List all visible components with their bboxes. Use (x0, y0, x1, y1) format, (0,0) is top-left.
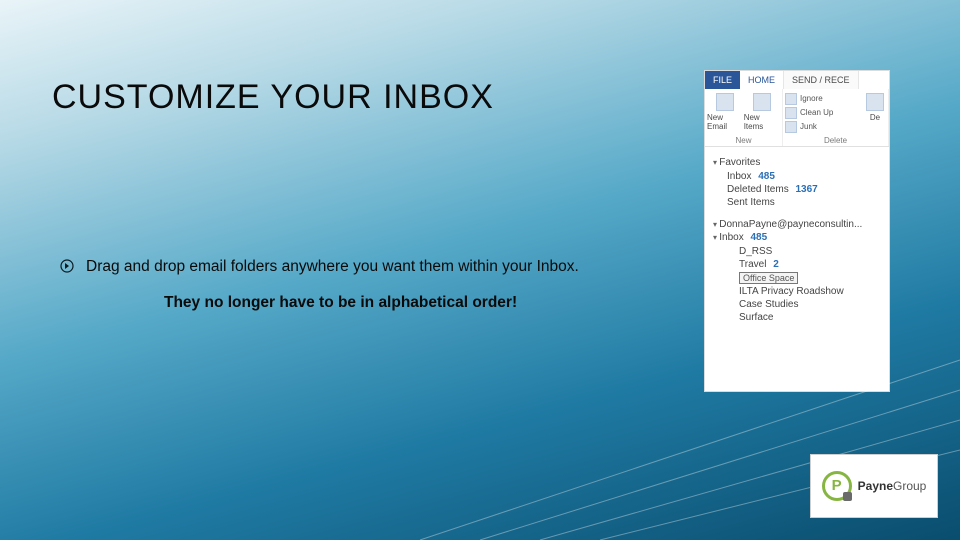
bullet-area: Drag and drop email folders anywhere you… (60, 258, 700, 312)
favorites-deleted: Deleted Items 1367 (713, 183, 883, 196)
inbox-header-label: Inbox (719, 232, 743, 243)
account-header: DonnaPayne@payneconsultin... (713, 219, 883, 230)
folder-surface: Surface (713, 311, 883, 324)
folder-travel: Travel 2 (713, 258, 883, 271)
folder-drag-target: Office Space (713, 271, 883, 285)
folder-travel-label: Travel (739, 259, 766, 270)
delete-icon (866, 93, 884, 111)
slide: CUSTOMIZE YOUR INBOX Drag and drop email… (0, 0, 960, 540)
folder-ilta: ILTA Privacy Roadshow (713, 285, 883, 298)
logo-text: PayneGroup (858, 479, 927, 493)
ribbon-group-new-label: New (705, 136, 782, 145)
inbox-header: Inbox 485 (713, 232, 883, 243)
new-items-button: New Items (744, 93, 780, 131)
logo-text-a: Payne (858, 479, 893, 493)
tab-home: HOME (740, 71, 784, 89)
favorites-deleted-count: 1367 (795, 184, 817, 195)
folder-cases: Case Studies (713, 298, 883, 311)
favorites-deleted-label: Deleted Items (727, 184, 789, 195)
logo-mark-icon: P (822, 471, 852, 501)
slide-title: CUSTOMIZE YOUR INBOX (52, 78, 494, 117)
outlook-screenshot: FILE HOME SEND / RECE New Email New Item… (704, 70, 890, 392)
favorites-header: Favorites (713, 157, 883, 168)
ignore-button: Ignore (785, 93, 864, 105)
folder-pane: Favorites Inbox 485 Deleted Items 1367 S… (705, 147, 889, 324)
junk-button: Junk (785, 121, 864, 133)
folder-travel-count: 2 (773, 259, 779, 270)
favorites-inbox: Inbox 485 (713, 170, 883, 183)
logo-text-b: Group (893, 479, 926, 493)
ribbon-tabs: FILE HOME SEND / RECE (705, 71, 889, 89)
delete-button: De (866, 89, 888, 137)
favorites-sent: Sent Items (713, 196, 883, 209)
new-items-label: New Items (744, 113, 780, 131)
favorites-inbox-count: 485 (758, 171, 775, 182)
ribbon-group-delete-label: Delete (783, 136, 888, 145)
new-email-button: New Email (707, 93, 744, 131)
drag-ghost: Office Space (739, 272, 798, 284)
ribbon-group-new: New Email New Items New (705, 89, 783, 146)
cleanup-button: Clean Up (785, 107, 864, 119)
logo: P PayneGroup (810, 454, 938, 518)
folder-rss: D_RSS (713, 245, 883, 258)
new-email-icon (716, 93, 734, 111)
arrow-icon (60, 259, 74, 273)
bullet-1: Drag and drop email folders anywhere you… (60, 258, 700, 276)
new-email-label: New Email (707, 113, 744, 131)
favorites-inbox-label: Inbox (727, 171, 751, 182)
logo-letter: P (832, 477, 842, 494)
bullet-2: They no longer have to be in alphabetica… (164, 294, 700, 312)
ribbon-group-delete: Ignore Clean Up Junk De Delete (783, 89, 889, 146)
tab-send-receive: SEND / RECE (784, 71, 859, 89)
tab-file: FILE (705, 71, 740, 89)
inbox-header-count: 485 (751, 232, 768, 243)
new-items-icon (753, 93, 771, 111)
bullet-1-text: Drag and drop email folders anywhere you… (86, 258, 579, 276)
delete-label: De (870, 113, 880, 122)
ribbon: New Email New Items New Ignore Clean Up … (705, 89, 889, 147)
